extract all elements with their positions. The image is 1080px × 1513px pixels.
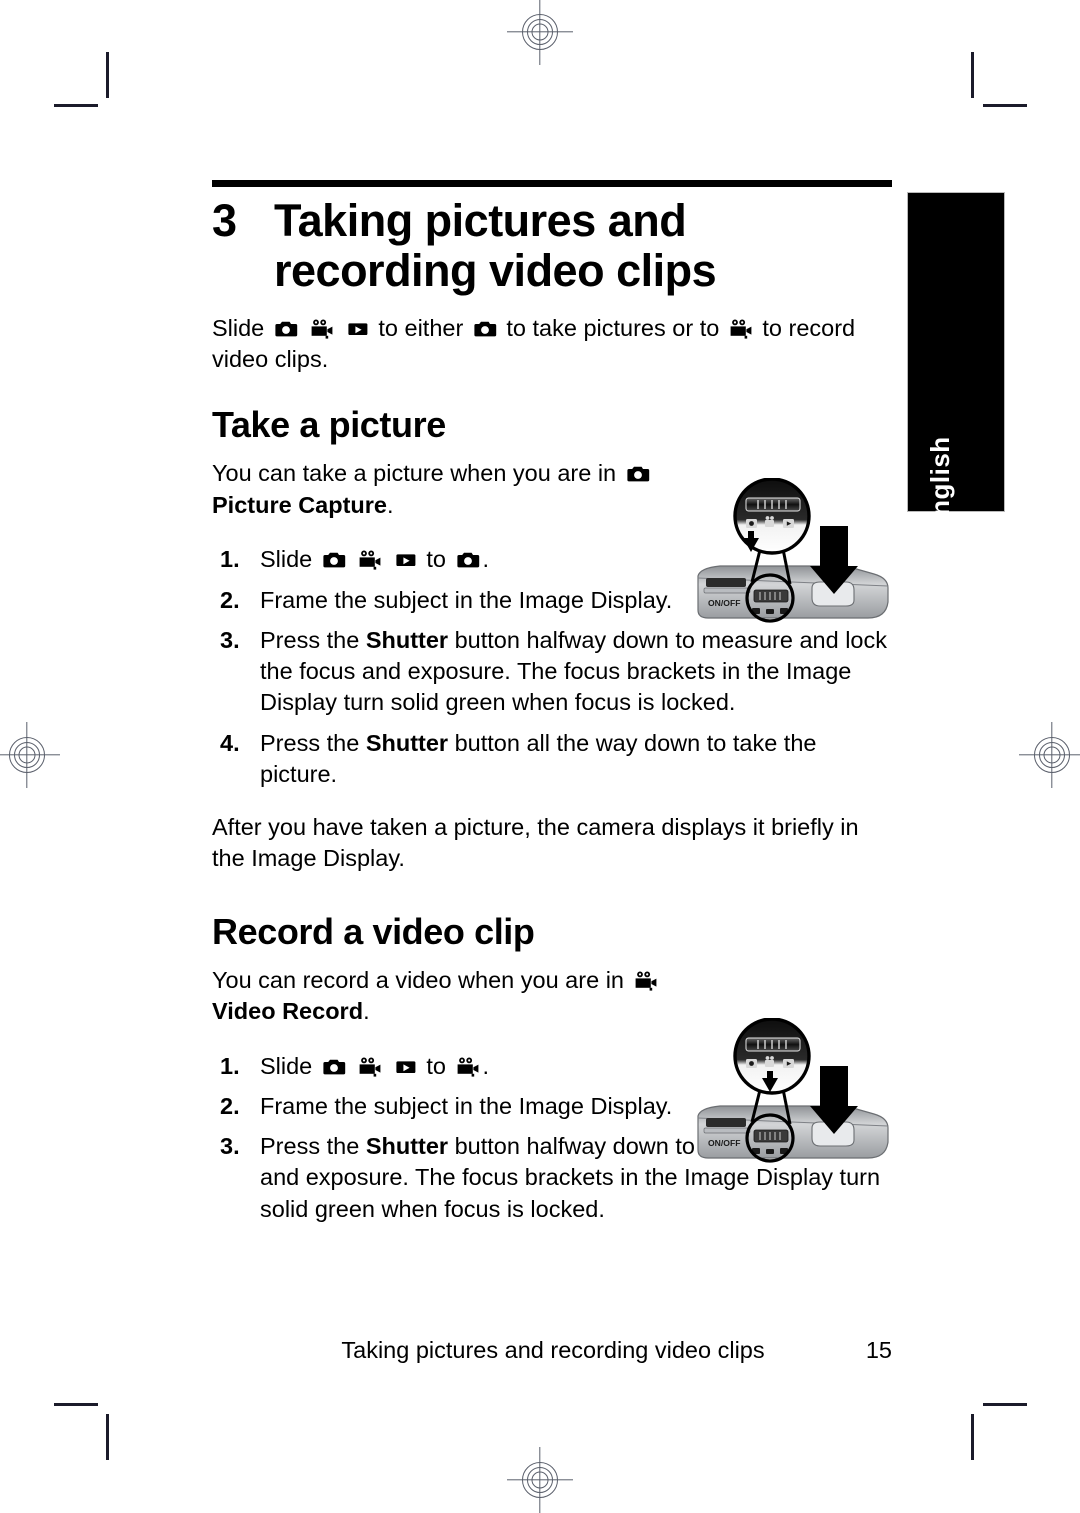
picture-capture-mode-label: Picture Capture <box>212 491 387 518</box>
chapter-title-text: Taking pictures and recording video clip… <box>274 195 717 297</box>
step-text-prefix: Slide <box>260 1052 313 1079</box>
video-record-period: . <box>363 997 370 1024</box>
video-camera-icon <box>455 1057 481 1077</box>
list-item: 4. Press the Shutter button all the way … <box>212 728 892 791</box>
take-picture-closing-paragraph: After you have taken a picture, the came… <box>212 814 859 872</box>
record-video-intro-prefix: in <box>605 966 624 993</box>
step-text: Frame the subject in the Image Display. <box>260 1092 673 1119</box>
footer-title: Taking pictures and recording video clip… <box>341 1337 765 1363</box>
still-camera-icon <box>625 464 651 484</box>
video-record-mode-label: Video Record <box>212 997 364 1024</box>
record-video-intro-line: You can record a video when you are <box>212 966 600 993</box>
step-number: 1. <box>220 1052 240 1079</box>
list-item: 3. Press the Shutter button halfway down… <box>212 625 892 719</box>
step-text-suffix: . <box>482 546 490 573</box>
camera-illustration-picture-capture: ON/OFF <box>696 478 892 630</box>
section-heading-take-a-picture: Take a picture <box>212 404 446 446</box>
step-text-middle: to <box>426 1052 446 1079</box>
page-number: 15 <box>865 1337 892 1363</box>
take-picture-intro: You can take a picture when you are in P… <box>212 458 690 521</box>
list-item: 1. Slide to . <box>212 1051 738 1082</box>
onoff-label: ON/OFF <box>708 1138 740 1148</box>
still-camera-icon <box>455 550 481 570</box>
still-camera-icon <box>321 1057 347 1077</box>
chapter-rule <box>212 180 892 187</box>
chapter-heading: 3 Taking pictures and recording video cl… <box>212 195 892 297</box>
step-number: 2. <box>220 1092 240 1119</box>
video-camera-icon <box>357 1057 383 1077</box>
step-number: 1. <box>220 546 240 573</box>
shutter-button-label: Shutter <box>365 626 449 653</box>
chapter-number: 3 <box>212 195 237 246</box>
language-tab-label: English <box>925 436 955 534</box>
video-camera-icon <box>633 971 659 991</box>
intro-part-1: Slide <box>212 314 265 341</box>
shutter-button-label: Shutter <box>365 729 449 756</box>
step-number: 3. <box>220 626 240 653</box>
language-tab: English <box>907 192 1005 534</box>
playback-icon <box>394 550 418 570</box>
chapter-intro-paragraph: Slide to either to take pictures or to t… <box>212 313 892 376</box>
take-picture-intro-line: You can take a picture when you are in <box>212 460 617 487</box>
manual-page: English 3 Taking pictures and recording … <box>0 0 1080 1512</box>
picture-capture-period: . <box>387 491 394 518</box>
step-text-pre: Press the <box>260 729 360 756</box>
camera-illustration-video-record: ON/OFF <box>696 1018 892 1170</box>
page-footer: Taking pictures and recording video clip… <box>212 1337 892 1364</box>
still-camera-icon <box>321 550 347 570</box>
still-camera-icon <box>273 319 299 339</box>
list-item: 1. Slide to . <box>212 544 738 575</box>
playback-icon <box>394 1057 418 1077</box>
step-text-middle: to <box>426 546 446 573</box>
intro-part-2: to either <box>378 314 464 341</box>
shutter-button-label: Shutter <box>365 1133 449 1160</box>
step-text-prefix: Slide <box>260 546 313 573</box>
record-video-intro: You can record a video when you are in V… <box>212 965 690 1028</box>
still-camera-icon <box>472 319 498 339</box>
playback-icon <box>346 319 370 339</box>
step-number: 3. <box>220 1133 240 1160</box>
section-heading-record-a-video-clip: Record a video clip <box>212 910 535 952</box>
step-text-pre: Press the <box>260 626 360 653</box>
video-camera-icon <box>728 319 754 339</box>
step-text-pre: Press the <box>260 1133 360 1160</box>
video-camera-icon <box>309 319 335 339</box>
step-text: Frame the subject in the Image Display. <box>260 586 673 613</box>
step-text-suffix: . <box>482 1052 490 1079</box>
step-number: 4. <box>220 729 240 756</box>
list-item: 2. Frame the subject in the Image Displa… <box>212 1091 738 1122</box>
onoff-label: ON/OFF <box>708 598 740 608</box>
step-number: 2. <box>220 586 240 613</box>
video-camera-icon <box>357 550 383 570</box>
list-item: 2. Frame the subject in the Image Displa… <box>212 585 738 616</box>
intro-part-3: to take pictures or to <box>506 314 720 341</box>
